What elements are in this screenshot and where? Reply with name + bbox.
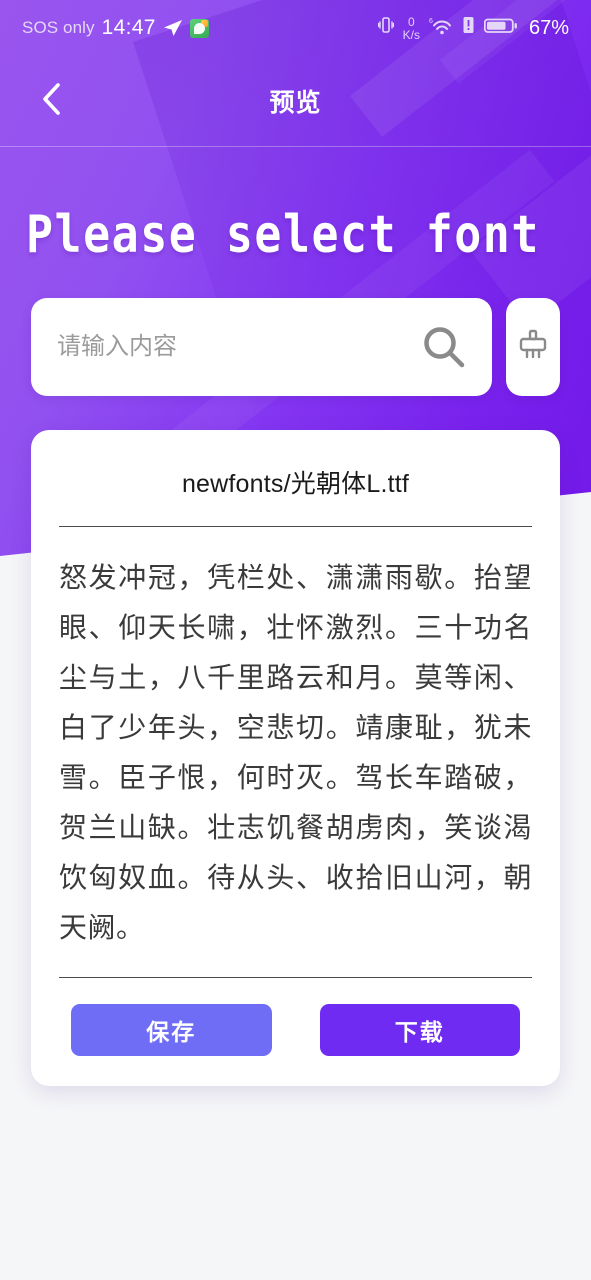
nav-header: 预览 bbox=[0, 56, 591, 146]
font-sample-text: 怒发冲冠，凭栏处、潇潇雨歇。抬望眼、仰天长啸，壮怀激烈。三十功名尘与土，八千里路… bbox=[59, 561, 532, 944]
wifi-6-icon: 6 bbox=[429, 16, 453, 41]
status-bar-right: 0 K/s 6 67% bbox=[377, 15, 569, 41]
broom-clear-icon bbox=[516, 328, 550, 367]
back-button[interactable] bbox=[30, 79, 74, 123]
card-actions: 保存 下载 bbox=[57, 1004, 534, 1056]
header-divider bbox=[0, 146, 591, 147]
app-screen: SOS only 14:47 0 K/s 6 67% 预览 Please sel… bbox=[0, 0, 591, 1280]
page-title: 预览 bbox=[269, 89, 322, 117]
net-speed-value: 0 bbox=[407, 14, 415, 29]
vibrate-icon bbox=[377, 15, 394, 41]
sim-alert-icon bbox=[462, 15, 475, 41]
download-button[interactable]: 下载 bbox=[319, 1004, 520, 1056]
card-divider-bottom bbox=[59, 977, 532, 978]
save-button[interactable]: 保存 bbox=[71, 1004, 272, 1056]
search-box[interactable] bbox=[31, 298, 492, 396]
search-row bbox=[31, 298, 560, 396]
net-speed-unit: K/s bbox=[402, 27, 420, 42]
network-speed: 0 K/s bbox=[403, 16, 420, 41]
search-icon[interactable] bbox=[418, 321, 470, 373]
wechat-app-icon bbox=[189, 18, 209, 38]
clock-label: 14:47 bbox=[101, 16, 156, 39]
battery-icon bbox=[483, 16, 518, 41]
svg-text:6: 6 bbox=[429, 18, 433, 25]
carrier-label: SOS only bbox=[22, 18, 95, 37]
status-bar-left: SOS only 14:47 bbox=[22, 16, 209, 40]
send-icon bbox=[163, 18, 183, 38]
clear-button[interactable] bbox=[506, 298, 560, 396]
back-chevron-icon bbox=[39, 82, 65, 121]
card-divider-top bbox=[59, 526, 532, 527]
hero-headline: Please select font bbox=[26, 205, 540, 266]
battery-percent-label: 67% bbox=[528, 16, 569, 39]
status-bar: SOS only 14:47 0 K/s 6 67% bbox=[0, 0, 591, 56]
search-input[interactable] bbox=[57, 333, 418, 361]
font-preview-card: newfonts/光朝体L.ttf 怒发冲冠，凭栏处、潇潇雨歇。抬望眼、仰天长啸… bbox=[31, 430, 560, 1086]
font-name-label: newfonts/光朝体L.ttf bbox=[181, 470, 410, 498]
